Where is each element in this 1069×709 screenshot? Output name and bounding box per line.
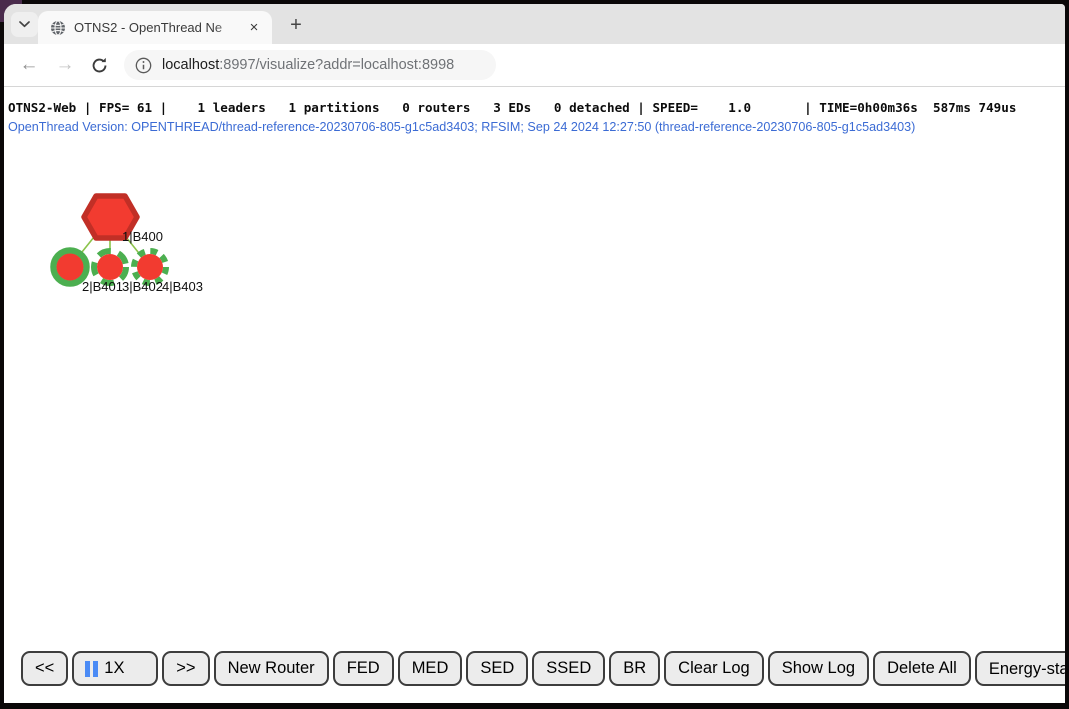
button-label: SED	[480, 659, 514, 678]
pause-icon	[85, 661, 98, 677]
url-host: localhost	[162, 57, 219, 73]
add-fed-button[interactable]: FED	[333, 651, 394, 686]
network-canvas[interactable]: 1|B400 2|B401 3|B402 4|B403	[4, 87, 404, 387]
button-label: Show Log	[782, 659, 855, 678]
new-router-button[interactable]: New Router	[214, 651, 329, 686]
back-button[interactable]: ←	[14, 50, 44, 80]
button-label: BR	[623, 659, 646, 678]
button-label: New Router	[228, 659, 315, 678]
node-label-leader: 1|B400	[122, 229, 163, 244]
button-label: FED	[347, 659, 380, 678]
forward-button[interactable]: →	[50, 50, 80, 80]
button-label: >>	[176, 659, 195, 678]
energy-stats-button[interactable]: Energy-stats ↗	[975, 651, 1065, 686]
url-path: :8997/visualize?addr=localhost:8998	[219, 57, 454, 73]
url-field[interactable]: localhost:8997/visualize?addr=localhost:…	[124, 50, 496, 80]
tab-close-button[interactable]: ×	[244, 18, 264, 38]
delete-all-button[interactable]: Delete All	[873, 651, 971, 686]
node-label-med: 3|B402	[122, 279, 163, 294]
site-info-icon[interactable]	[132, 54, 154, 76]
tab-search-dropdown-button[interactable]	[11, 12, 38, 37]
add-sed-button[interactable]: SED	[466, 651, 528, 686]
browser-tab[interactable]: OTNS2 - OpenThread Ne ×	[38, 11, 272, 44]
add-ssed-button[interactable]: SSED	[532, 651, 605, 686]
pause-speed-button[interactable]: 1X	[72, 651, 158, 686]
add-med-button[interactable]: MED	[398, 651, 463, 686]
simulation-toolbar: << 1X >> New Router FED MED SED SSED BR …	[21, 651, 1065, 686]
button-label: <<	[35, 659, 54, 678]
info-circle-icon	[135, 57, 152, 74]
add-br-button[interactable]: BR	[609, 651, 660, 686]
reload-icon	[91, 57, 108, 74]
speed-decrease-button[interactable]: <<	[21, 651, 68, 686]
address-bar: ← → localhost:8997/visualize?addr=localh…	[4, 44, 1065, 87]
tab-title: OTNS2 - OpenThread Ne	[74, 20, 244, 35]
button-label: Clear Log	[678, 659, 750, 678]
node-label-fed: 2|B401	[82, 279, 123, 294]
button-label: Delete All	[887, 659, 957, 678]
button-label: MED	[412, 659, 449, 678]
reload-button[interactable]	[84, 50, 114, 80]
globe-favicon-icon	[50, 20, 66, 36]
otns-page-content: OTNS2-Web | FPS= 61 | 1 leaders 1 partit…	[4, 87, 1065, 703]
show-log-button[interactable]: Show Log	[768, 651, 869, 686]
clear-log-button[interactable]: Clear Log	[664, 651, 764, 686]
speed-increase-button[interactable]: >>	[162, 651, 209, 686]
chevron-down-icon	[19, 21, 30, 28]
url-text: localhost:8997/visualize?addr=localhost:…	[162, 57, 454, 73]
button-label: SSED	[546, 659, 591, 678]
new-tab-button[interactable]: +	[282, 12, 310, 38]
tab-strip: OTNS2 - OpenThread Ne × +	[4, 4, 1065, 44]
browser-window: OTNS2 - OpenThread Ne × + ← → localhost:…	[4, 4, 1065, 703]
button-label: 1X	[104, 659, 124, 678]
node-label-sed: 4|B403	[162, 279, 203, 294]
button-label: Energy-stats ↗	[989, 659, 1065, 679]
